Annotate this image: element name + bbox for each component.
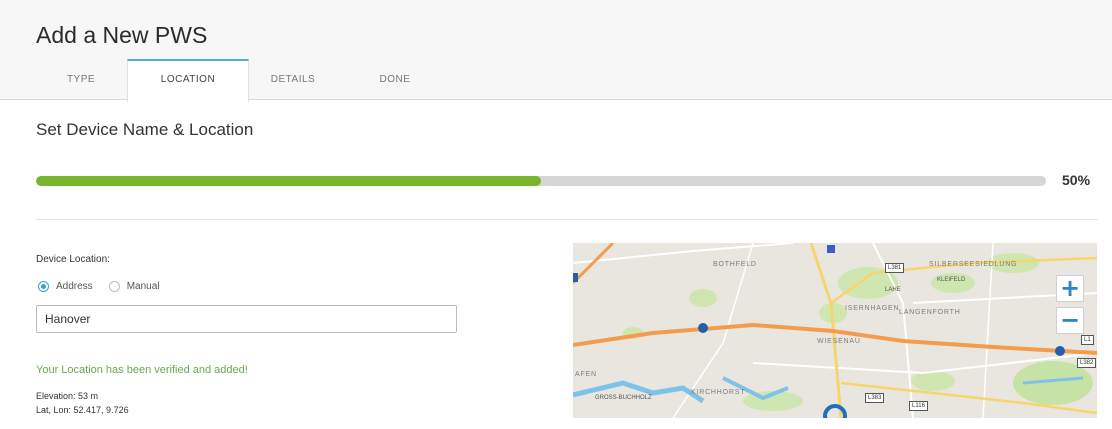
progress-percent: 50% (1062, 172, 1091, 188)
address-input[interactable] (36, 305, 457, 333)
park-area (911, 371, 955, 391)
map-label: KIRCHHORST (691, 389, 746, 396)
highway-shield (698, 323, 708, 333)
map-label: LANGENFORTH (899, 309, 961, 316)
map-label: GROSS-BUCHHOLZ (595, 395, 652, 401)
tab-details[interactable]: DETAILS (253, 62, 333, 100)
progress-bar-fill (36, 176, 541, 186)
highway-shield (1055, 346, 1065, 356)
map-label: ISERNHAGEN (845, 305, 900, 312)
highway-shield (827, 245, 835, 253)
section-title: Set Device Name & Location (36, 120, 254, 139)
location-mode-radio-group: Address Manual (38, 279, 176, 293)
tab-type[interactable]: TYPE (40, 62, 122, 100)
road-badge: L116 (909, 401, 928, 411)
lat-lon-text: Lat, Lon: 52.417, 9.726 (36, 405, 129, 415)
zoom-out-button[interactable]: − (1056, 307, 1084, 334)
highway-shield (573, 273, 578, 282)
tab-done[interactable]: DONE (365, 62, 425, 100)
verified-message: Your Location has been verified and adde… (36, 364, 248, 376)
park-area (689, 289, 717, 307)
address-radio-label[interactable]: Address (56, 281, 93, 292)
tab-location[interactable]: LOCATION (127, 59, 249, 102)
progress-bar (36, 176, 1046, 186)
device-location-label: Device Location: (36, 254, 110, 265)
zoom-in-button[interactable]: + (1056, 275, 1084, 302)
location-map[interactable]: BOTHFELD SILBERSEESIEDLUNG KLEIFELD LAHE… (573, 243, 1097, 418)
map-label: AFEN (575, 371, 597, 378)
minor-road (573, 243, 794, 264)
map-label: BOTHFELD (713, 261, 757, 268)
divider (36, 219, 1098, 220)
map-base (573, 243, 1097, 418)
page-header: Add a New PWS TYPE LOCATION DETAILS DONE (0, 0, 1112, 102)
park-area (931, 273, 975, 293)
road-badge: L381 (885, 263, 905, 273)
manual-radio[interactable] (108, 280, 120, 292)
manual-radio-label[interactable]: Manual (127, 281, 160, 292)
address-radio[interactable] (38, 280, 49, 292)
map-label: KLEIFELD (937, 277, 966, 283)
page-title: Add a New PWS (36, 22, 208, 48)
elevation-text: Elevation: 53 m (36, 391, 99, 401)
minor-road (982, 243, 994, 418)
road-badge: L382 (1077, 358, 1097, 368)
road-badge: L1 (1081, 335, 1094, 345)
map-label: WIESENAU (817, 338, 861, 345)
map-label: SILBERSEESIEDLUNG (929, 261, 1018, 268)
map-label: LAHE (885, 287, 901, 293)
road-badge: L383 (865, 393, 885, 403)
